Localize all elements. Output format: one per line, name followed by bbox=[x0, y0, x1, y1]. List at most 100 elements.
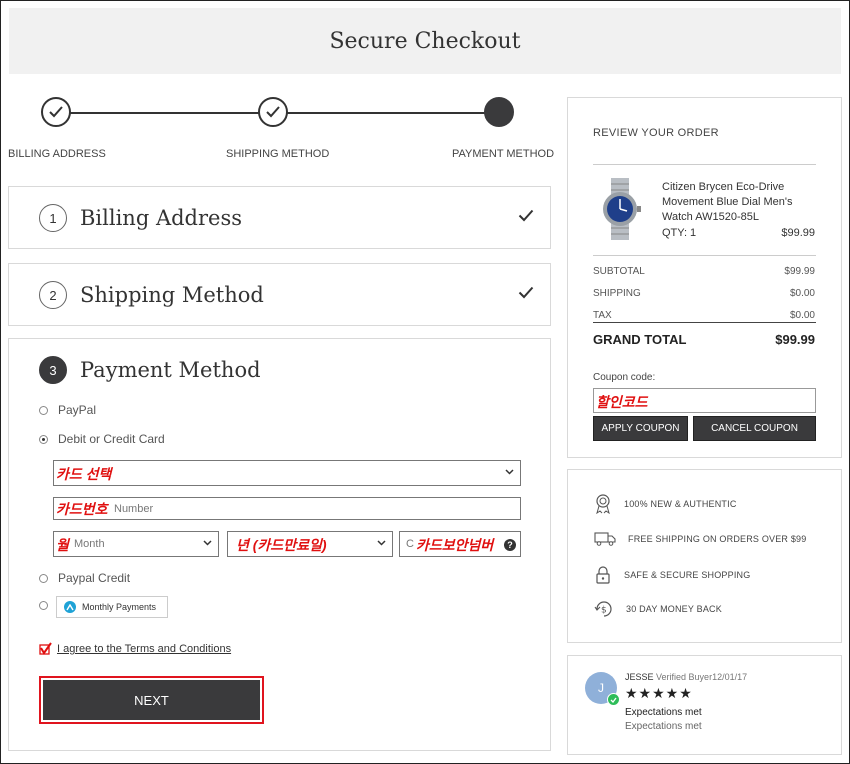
coupon-code-input[interactable]: 할인코드 bbox=[593, 388, 816, 413]
annotation-label: 년 (카드만료일) bbox=[236, 537, 327, 553]
product-price: $99.99 bbox=[781, 227, 815, 239]
step-label-shipping: SHIPPING METHOD bbox=[226, 148, 330, 160]
expiry-year-select[interactable]: 년 (카드만료일) bbox=[227, 531, 393, 557]
tax-value: $0.00 bbox=[789, 310, 815, 321]
coupon-label: Coupon code: bbox=[593, 372, 656, 383]
payment-option-card[interactable]: Debit or Credit Card bbox=[39, 432, 165, 446]
checkmark-annotation-icon[interactable] bbox=[39, 642, 53, 656]
avatar: J bbox=[585, 672, 620, 706]
option-label: PayPal bbox=[58, 403, 97, 417]
option-label: Debit or Credit Card bbox=[58, 432, 165, 446]
badge-text: 100% NEW & AUTHENTIC bbox=[624, 499, 737, 509]
payment-option-paypal[interactable]: PayPal bbox=[39, 403, 96, 417]
reviewer-name: JESSE bbox=[625, 672, 654, 682]
tax-label: TAX bbox=[593, 310, 612, 321]
section-title: Payment Method bbox=[80, 358, 261, 382]
step-shipping-done-icon bbox=[258, 97, 288, 127]
step-payment-active-icon bbox=[484, 97, 514, 127]
badge-free-shipping: FREE SHIPPING ON ORDERS OVER $99 bbox=[594, 532, 806, 546]
chevron-down-icon bbox=[203, 540, 212, 546]
truck-icon bbox=[594, 532, 616, 546]
divider bbox=[593, 322, 816, 323]
help-icon[interactable]: ? bbox=[504, 539, 516, 551]
monthly-payments-badge[interactable]: Monthly Payments bbox=[56, 596, 168, 618]
step-billing-done-icon bbox=[41, 97, 71, 127]
annotation-label: 카드 선택 bbox=[56, 466, 112, 482]
card-number-input[interactable]: Number 카드번호 bbox=[53, 497, 521, 520]
review-date: 12/01/17 bbox=[712, 672, 748, 682]
payment-method-panel: 3 Payment Method PayPal Debit or Credit … bbox=[8, 338, 551, 751]
badge-text: SAFE & SECURE SHOPPING bbox=[624, 570, 751, 580]
section-title: Billing Address bbox=[80, 206, 243, 230]
award-ribbon-icon bbox=[596, 494, 610, 514]
trust-badges-panel: 100% NEW & AUTHENTIC FREE SHIPPING ON OR… bbox=[567, 469, 842, 643]
verified-label: Verified Buyer bbox=[656, 672, 713, 682]
check-icon bbox=[518, 209, 534, 222]
badge-text: 30 DAY MONEY BACK bbox=[626, 604, 722, 614]
terms-agreement[interactable]: I agree to the Terms and Conditions bbox=[39, 642, 231, 656]
subtotal-label: SUBTOTAL bbox=[593, 266, 645, 277]
input-placeholder: Number bbox=[114, 502, 154, 515]
check-icon bbox=[518, 286, 534, 299]
radio-button-selected[interactable] bbox=[39, 434, 48, 444]
section-title: Shipping Method bbox=[80, 283, 264, 307]
verified-check-icon bbox=[607, 693, 620, 706]
divider bbox=[593, 164, 816, 165]
select-placeholder: Month bbox=[74, 538, 105, 550]
badge-text: FREE SHIPPING ON ORDERS OVER $99 bbox=[628, 534, 807, 544]
review-body: Expectations met bbox=[625, 721, 702, 732]
cvv-input[interactable]: C 카드보안넘버 ? bbox=[399, 531, 521, 557]
checkout-progress: BILLING ADDRESS SHIPPING METHOD PAYMENT … bbox=[8, 96, 555, 166]
star-rating: ★★★★★ bbox=[625, 685, 693, 701]
badge-money-back: $ 30 DAY MONEY BACK bbox=[594, 599, 722, 619]
payment-option-paypal-credit[interactable]: Paypal Credit bbox=[39, 571, 130, 585]
shipping-label: SHIPPING bbox=[593, 288, 641, 299]
affirm-logo-icon bbox=[64, 601, 76, 613]
grand-total-value: $99.99 bbox=[775, 332, 815, 347]
page-title: Secure Checkout bbox=[329, 28, 521, 54]
option-label: Paypal Credit bbox=[58, 571, 131, 585]
avatar-initial: J bbox=[598, 681, 604, 695]
badge-authentic: 100% NEW & AUTHENTIC bbox=[594, 494, 737, 514]
product-name[interactable]: Citizen Brycen Eco-Drive Movement Blue D… bbox=[662, 180, 812, 225]
review-title: REVIEW YOUR ORDER bbox=[593, 127, 719, 139]
step-label-payment: PAYMENT METHOD bbox=[452, 148, 555, 160]
review-headline: Expectations met bbox=[625, 707, 702, 718]
chevron-down-icon bbox=[505, 469, 514, 475]
badge-secure: SAFE & SECURE SHOPPING bbox=[594, 566, 750, 584]
step-label-billing: BILLING ADDRESS bbox=[8, 148, 106, 160]
review-order-panel: REVIEW YOUR ORDER Citizen Brycen Eco-Dri… bbox=[567, 97, 842, 458]
next-button-highlight: NEXT bbox=[39, 676, 264, 724]
qty-value: 1 bbox=[690, 227, 697, 239]
divider bbox=[593, 255, 816, 256]
card-type-select[interactable]: 카드 선택 bbox=[53, 460, 521, 486]
annotation-label: 카드보안넘버 bbox=[416, 537, 494, 553]
option-label: Monthly Payments bbox=[82, 602, 157, 612]
section-number: 3 bbox=[39, 356, 67, 384]
qty-label: QTY: bbox=[662, 227, 688, 239]
radio-button[interactable] bbox=[39, 573, 48, 583]
radio-button[interactable] bbox=[39, 601, 48, 610]
reviewer-line: JESSE Verified Buyer12/01/17 bbox=[625, 672, 747, 682]
radio-button[interactable] bbox=[39, 405, 48, 415]
chevron-down-icon bbox=[377, 540, 386, 546]
cancel-coupon-button[interactable]: CANCEL COUPON bbox=[693, 416, 816, 441]
apply-coupon-button[interactable]: APPLY COUPON bbox=[593, 416, 688, 441]
expiry-month-select[interactable]: Month 월 bbox=[53, 531, 219, 557]
page-header: Secure Checkout bbox=[9, 8, 841, 74]
shipping-value: $0.00 bbox=[789, 288, 815, 299]
money-back-icon: $ bbox=[594, 601, 612, 617]
customer-review-card: J JESSE Verified Buyer12/01/17 ★★★★★ Exp… bbox=[567, 655, 842, 755]
subtotal-value: $99.99 bbox=[784, 266, 815, 277]
watch-product-image bbox=[603, 178, 641, 240]
next-button[interactable]: NEXT bbox=[43, 680, 260, 720]
shipping-method-panel[interactable]: 2 Shipping Method bbox=[8, 263, 551, 326]
annotation-label: 할인코드 bbox=[596, 394, 648, 410]
lock-icon bbox=[596, 566, 610, 584]
section-number: 2 bbox=[39, 281, 67, 309]
annotation-label: 카드번호 bbox=[56, 501, 108, 517]
billing-address-panel[interactable]: 1 Billing Address bbox=[8, 186, 551, 249]
section-number: 1 bbox=[39, 204, 67, 232]
terms-link[interactable]: I agree to the Terms and Conditions bbox=[57, 643, 231, 655]
annotation-label: 월 bbox=[56, 537, 69, 553]
